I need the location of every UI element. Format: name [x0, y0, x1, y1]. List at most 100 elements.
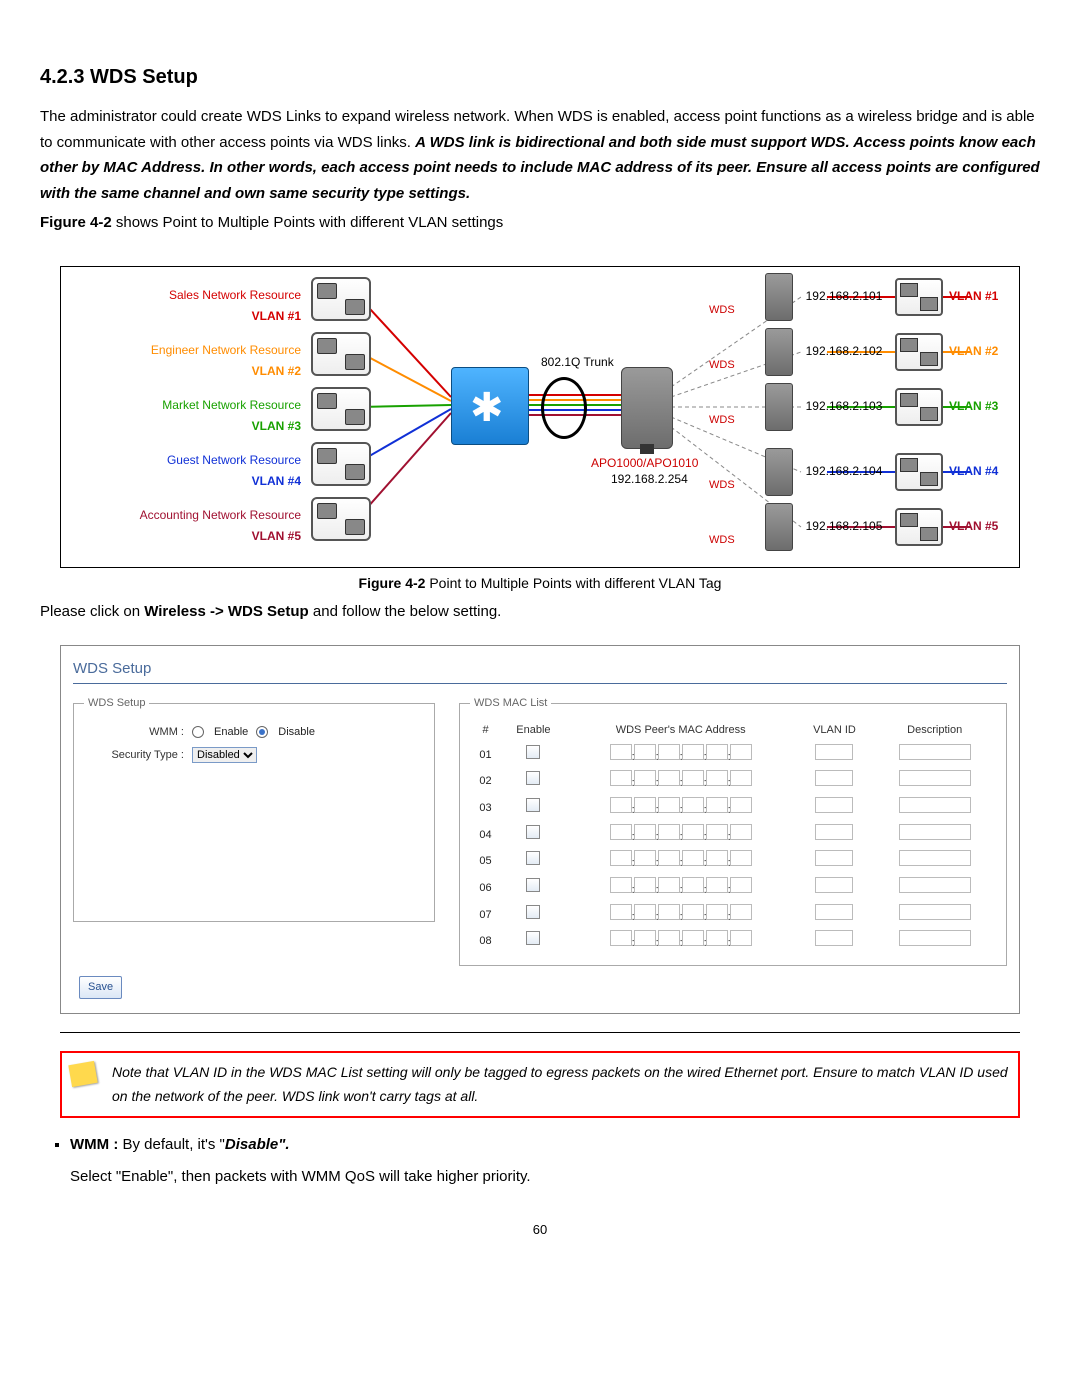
vlan-id-input[interactable]	[815, 877, 853, 893]
description-input[interactable]	[899, 744, 971, 760]
enable-checkbox[interactable]	[526, 851, 540, 865]
mac-octet-input[interactable]	[634, 744, 656, 760]
mac-cell: :::::	[566, 875, 796, 902]
col-mac: WDS Peer's MAC Address	[566, 719, 796, 742]
vlan-id-input[interactable]	[815, 744, 853, 760]
description-input[interactable]	[899, 930, 971, 946]
mac-octet-input[interactable]	[730, 797, 752, 813]
mac-octet-input[interactable]	[706, 744, 728, 760]
mac-octet-input[interactable]	[658, 744, 680, 760]
wds-setup-screenshot: WDS Setup WDS Setup WMM : Enable Disable…	[60, 645, 1020, 1014]
mac-octet-input[interactable]	[634, 904, 656, 920]
mac-octet-input[interactable]	[706, 850, 728, 866]
mac-octet-input[interactable]	[682, 770, 704, 786]
col-enable: Enable	[501, 719, 566, 742]
save-button[interactable]: Save	[79, 976, 122, 999]
enable-checkbox[interactable]	[526, 745, 540, 759]
mac-octet-input[interactable]	[730, 824, 752, 840]
vlan-id-input[interactable]	[815, 904, 853, 920]
enable-checkbox[interactable]	[526, 825, 540, 839]
mac-octet-input[interactable]	[658, 770, 680, 786]
mac-octet-input[interactable]	[658, 930, 680, 946]
description-input[interactable]	[899, 797, 971, 813]
description-input[interactable]	[899, 824, 971, 840]
mac-octet-input[interactable]	[682, 904, 704, 920]
mac-octet-input[interactable]	[706, 904, 728, 920]
vlan-id-input[interactable]	[815, 930, 853, 946]
pc-icon	[895, 453, 943, 491]
wmm-disable-radio[interactable]	[256, 726, 268, 738]
mac-octet-input[interactable]	[658, 850, 680, 866]
col-desc: Description	[873, 719, 996, 742]
mac-octet-input[interactable]	[610, 930, 632, 946]
wds-label: WDS	[709, 531, 735, 550]
wmm-list: WMM : By default, it's "Disable". Select…	[70, 1132, 1040, 1189]
enable-checkbox[interactable]	[526, 878, 540, 892]
wmm-enable-radio[interactable]	[192, 726, 204, 738]
enable-checkbox[interactable]	[526, 931, 540, 945]
enable-checkbox[interactable]	[526, 905, 540, 919]
mac-octet-input[interactable]	[634, 930, 656, 946]
description-input[interactable]	[899, 850, 971, 866]
mac-octet-input[interactable]	[682, 744, 704, 760]
server-icon	[311, 442, 371, 486]
mac-octet-input[interactable]	[730, 904, 752, 920]
right-ip-5: 192.168.2.105	[799, 516, 889, 536]
vlan-id-input[interactable]	[815, 797, 853, 813]
mac-octet-input[interactable]	[634, 770, 656, 786]
intro-paragraph: The administrator could create WDS Links…	[40, 104, 1040, 206]
mac-octet-input[interactable]	[658, 904, 680, 920]
pc-icon	[895, 508, 943, 546]
enable-checkbox[interactable]	[526, 798, 540, 812]
enable-checkbox[interactable]	[526, 771, 540, 785]
mac-octet-input[interactable]	[682, 824, 704, 840]
description-input[interactable]	[899, 904, 971, 920]
wmm-line2: Select "Enable", then packets with WMM Q…	[70, 1164, 1040, 1190]
mac-octet-input[interactable]	[730, 877, 752, 893]
mac-octet-input[interactable]	[730, 744, 752, 760]
mac-cell: :::::	[566, 795, 796, 822]
mac-octet-input[interactable]	[658, 797, 680, 813]
resource-label-5: Accounting Network Resource	[140, 505, 301, 525]
mac-octet-input[interactable]	[706, 770, 728, 786]
mac-octet-input[interactable]	[658, 877, 680, 893]
vlan-id-input[interactable]	[815, 850, 853, 866]
vlan-id-input[interactable]	[815, 770, 853, 786]
mac-octet-input[interactable]	[610, 770, 632, 786]
mac-cell: :::::	[566, 928, 796, 955]
mac-octet-input[interactable]	[634, 824, 656, 840]
mac-octet-input[interactable]	[610, 850, 632, 866]
mac-octet-input[interactable]	[706, 824, 728, 840]
mac-octet-input[interactable]	[730, 850, 752, 866]
mac-octet-input[interactable]	[610, 904, 632, 920]
mac-octet-input[interactable]	[634, 797, 656, 813]
mac-octet-input[interactable]	[682, 930, 704, 946]
vlan-id-input[interactable]	[815, 824, 853, 840]
row-num: 08	[470, 928, 501, 955]
vlan-label-4: VLAN #4	[252, 471, 301, 491]
note-text: Note that VLAN ID in the WDS MAC List se…	[112, 1064, 1008, 1104]
wmm-a: By default, it's "	[122, 1136, 224, 1153]
security-type-select[interactable]: Disabled	[192, 747, 257, 763]
mac-octet-input[interactable]	[682, 877, 704, 893]
mac-octet-input[interactable]	[658, 824, 680, 840]
mac-octet-input[interactable]	[634, 877, 656, 893]
vlan-label-2: VLAN #2	[252, 361, 301, 381]
mac-octet-input[interactable]	[706, 930, 728, 946]
mac-octet-input[interactable]	[610, 797, 632, 813]
mac-octet-input[interactable]	[706, 797, 728, 813]
mac-octet-input[interactable]	[682, 850, 704, 866]
mac-octet-input[interactable]	[706, 877, 728, 893]
mac-octet-input[interactable]	[610, 877, 632, 893]
mac-octet-input[interactable]	[610, 824, 632, 840]
mac-cell: :::::	[566, 768, 796, 795]
mac-octet-input[interactable]	[730, 930, 752, 946]
mac-octet-input[interactable]	[634, 850, 656, 866]
mac-octet-input[interactable]	[682, 797, 704, 813]
description-input[interactable]	[899, 877, 971, 893]
description-input[interactable]	[899, 770, 971, 786]
resource-label-3: Market Network Resource	[162, 395, 301, 415]
instr-a: Please click on	[40, 603, 144, 620]
mac-octet-input[interactable]	[610, 744, 632, 760]
mac-octet-input[interactable]	[730, 770, 752, 786]
